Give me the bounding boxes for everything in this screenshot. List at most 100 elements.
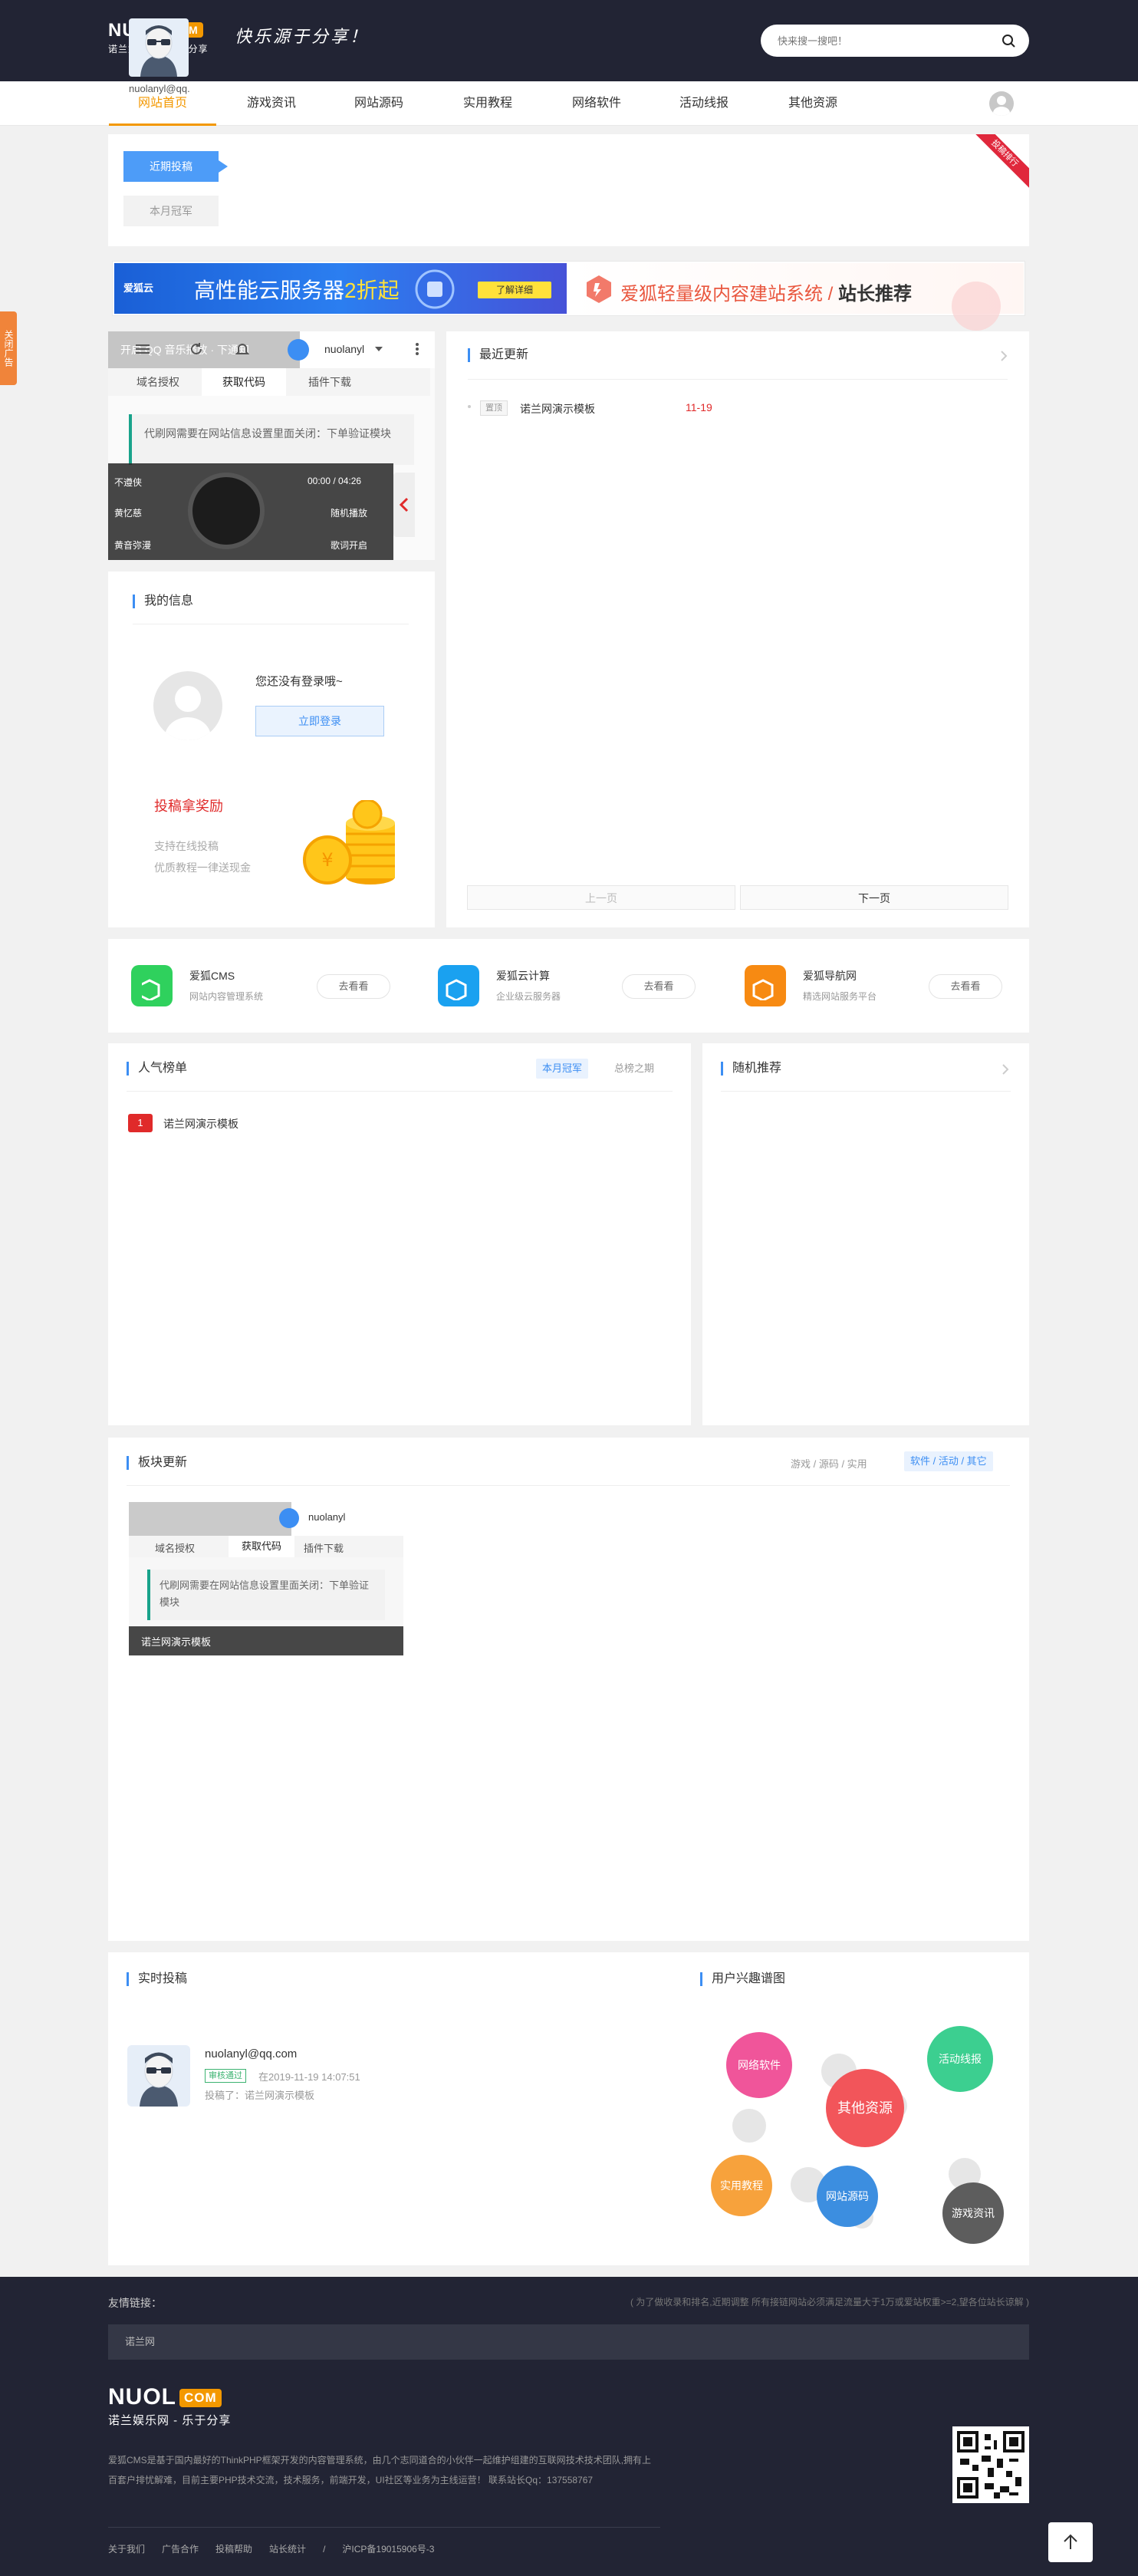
realtime-avatar[interactable] xyxy=(127,2045,190,2107)
next-page-button[interactable]: 下一页 xyxy=(740,885,1008,910)
rank-item-title[interactable]: 诺兰网演示模板 xyxy=(163,1116,238,1132)
menu-icon[interactable] xyxy=(136,342,150,356)
cloud-icon[interactable] xyxy=(438,965,479,1006)
nav-item-site-source[interactable]: 网站源码 xyxy=(325,81,433,126)
tab-domain-auth[interactable]: 域名授权 xyxy=(116,368,200,396)
interest-bubble[interactable]: 游戏资讯 xyxy=(942,2182,1004,2244)
friend-links-note: ( 为了做收录和排名,近期调整 所有接链网站必须满足流量大于1万或爱站权重>=2… xyxy=(630,2297,1029,2308)
contributor-panel: 近期投稿 本月冠军 投稿排行 xyxy=(108,134,1029,246)
product-row: 爱狐CMS 网站内容管理系统 去看看 爱狐云计算 企业级云服务器 去看看 爱狐导… xyxy=(108,939,1029,1033)
product-view-button[interactable]: 去看看 xyxy=(929,974,1002,999)
tab-recent-contrib[interactable]: 近期投稿 xyxy=(123,151,228,182)
footer-logo[interactable]: NUOL COM 诺兰娱乐网 - 乐于分享 xyxy=(108,2386,231,2428)
footer-link-icp[interactable]: 沪ICP备19015906号-3 xyxy=(342,2544,434,2555)
my-info-title: 我的信息 xyxy=(133,595,193,608)
search-icon[interactable] xyxy=(1002,34,1015,48)
realtime-user[interactable]: nuolanyl@qq.com xyxy=(205,2047,297,2060)
player-collapse-button[interactable] xyxy=(393,473,415,537)
thumb-tabs: 域名授权 获取代码 插件下载 xyxy=(129,1536,403,1557)
footer-link-stats[interactable]: 站长统计 xyxy=(269,2544,306,2555)
realtime-title: 实时投稿 xyxy=(127,1972,187,1986)
globe-icon[interactable] xyxy=(288,339,309,361)
album-cover xyxy=(188,473,265,549)
prev-page-button[interactable]: 上一页 xyxy=(467,885,735,910)
product-view-button[interactable]: 去看看 xyxy=(622,974,696,999)
arrow-up-icon xyxy=(1064,2534,1077,2549)
interest-bubble[interactable]: 活动线报 xyxy=(927,2026,993,2092)
refresh-icon[interactable] xyxy=(189,342,203,356)
rank-badge: 1 xyxy=(128,1114,153,1132)
friend-link[interactable]: 诺兰网 xyxy=(125,2336,155,2347)
thumb-toolbar-overlay xyxy=(129,1502,291,1536)
chevron-right-icon[interactable] xyxy=(1000,350,1008,362)
player-stop-label[interactable]: 不遵侠 xyxy=(114,476,142,489)
server-icon xyxy=(415,269,455,309)
list-item-title[interactable]: 诺兰网演示模板 xyxy=(520,401,595,417)
filter-game-source[interactable]: 游戏 / 源码 / 实用 xyxy=(791,1456,867,1471)
tab-all-time[interactable]: 总榜之期 xyxy=(608,1059,660,1079)
blocks-title: 板块更新 xyxy=(127,1456,187,1470)
realtime-panel: 实时投稿 用户兴趣谱图 nuolanyl@qq.com 审核通过 在2019-1… xyxy=(108,1952,1029,2265)
filter-software-activity[interactable]: 软件 / 活动 / 其它 xyxy=(904,1451,993,1471)
back-to-top-button[interactable] xyxy=(1048,2522,1093,2562)
tab-month-champion[interactable]: 本月冠军 xyxy=(123,196,219,226)
player-user[interactable]: nuolanyl xyxy=(324,343,364,355)
footer-links: 关于我们 广告合作 投稿帮助 站长统计 / 沪ICP备19015906号-3 xyxy=(108,2542,434,2555)
chevron-left-icon xyxy=(400,497,409,512)
login-button[interactable]: 立即登录 xyxy=(255,706,384,736)
player-quality[interactable]: 黄音弥漫 xyxy=(114,539,151,552)
search-input[interactable] xyxy=(778,25,992,57)
bell-icon[interactable] xyxy=(235,342,249,356)
reward-line2: 优质教程一律送现金 xyxy=(154,861,251,874)
nav-item-activities[interactable]: 活动线报 xyxy=(650,81,758,126)
block-item-caption[interactable]: 诺兰网演示模板 xyxy=(141,1634,211,1649)
ad-cms[interactable]: 爱狐轻量级内容建站系统 / 站长推荐 xyxy=(570,263,1024,331)
qr-code xyxy=(952,2426,1029,2503)
chevron-right-icon[interactable] xyxy=(1002,1063,1009,1076)
product-name[interactable]: 爱狐CMS xyxy=(189,968,235,983)
interest-bubble[interactable]: 网站源码 xyxy=(817,2166,878,2227)
site-slogan: 快乐源于分享！ xyxy=(235,28,370,47)
tab-month-champion[interactable]: 本月冠军 xyxy=(536,1059,589,1079)
divider xyxy=(721,1091,1011,1092)
ad-cloud-server[interactable]: 爱狐云 高性能云服务器2折起 了解详细 xyxy=(114,263,567,314)
chevron-down-icon[interactable] xyxy=(375,347,383,351)
nav-item-other[interactable]: 其他资源 xyxy=(759,81,867,126)
thumb-tab: 域名授权 xyxy=(155,1543,196,1554)
ad-banner[interactable]: 爱狐云 高性能云服务器2折起 了解详细 爱狐轻量级内容建站系统 / 站长推荐 xyxy=(112,261,1025,331)
player-time: 00:00 / 04:26 xyxy=(308,476,362,486)
block-item-card[interactable]: nuolanyl 域名授权 获取代码 插件下载 代刷网需要在网站信息设置里面关闭… xyxy=(129,1502,403,1655)
realtime-time: 在2019-11-19 14:07:51 xyxy=(258,2071,360,2083)
nav-item-tutorials[interactable]: 实用教程 xyxy=(434,81,541,126)
interest-bubble[interactable]: 其他资源 xyxy=(826,2069,904,2147)
divider xyxy=(127,1091,673,1092)
tab-plugin-download[interactable]: 插件下载 xyxy=(288,368,372,396)
nav-site-icon[interactable] xyxy=(745,965,786,1006)
close-ad-tab[interactable]: 关闭广告 xyxy=(0,311,17,385)
footer-link-ads[interactable]: 广告合作 xyxy=(162,2544,199,2555)
friend-links-label: 友情链接： xyxy=(108,2297,162,2309)
contributor-name[interactable]: nuolanyl@qq.com xyxy=(129,83,190,94)
ad-detail-button[interactable]: 了解详细 xyxy=(478,282,551,298)
player-shuffle[interactable]: 随机播放 xyxy=(331,506,367,519)
user-avatar[interactable] xyxy=(989,91,1014,116)
tab-get-code[interactable]: 获取代码 xyxy=(202,368,286,396)
cms-icon[interactable] xyxy=(131,965,173,1006)
product-name[interactable]: 爱狐导航网 xyxy=(803,968,857,983)
thumb-user: nuolanyl xyxy=(308,1511,346,1523)
contributor-avatar[interactable] xyxy=(129,18,189,77)
nav-item-software[interactable]: 网络软件 xyxy=(543,81,650,126)
thumb-caption-bar: 诺兰网演示模板 xyxy=(129,1626,403,1655)
nav-item-game-news[interactable]: 游戏资讯 xyxy=(218,81,325,126)
footer-link-about[interactable]: 关于我们 xyxy=(108,2544,145,2555)
footer-link-help[interactable]: 投稿帮助 xyxy=(215,2544,252,2555)
interest-bubble[interactable]: 网络软件 xyxy=(726,2032,792,2098)
interest-bubble[interactable]: 实用教程 xyxy=(711,2155,772,2216)
more-vertical-icon[interactable] xyxy=(415,342,419,356)
thumb-tab: 插件下载 xyxy=(304,1543,344,1554)
reward-title: 投稿拿奖励 xyxy=(154,799,223,814)
product-view-button[interactable]: 去看看 xyxy=(317,974,390,999)
product-name[interactable]: 爱狐云计算 xyxy=(496,968,550,983)
list-item[interactable]: 置顶 诺兰网演示模板 11-19 xyxy=(468,399,1008,417)
player-lyrics[interactable]: 歌词开启 xyxy=(331,539,367,552)
